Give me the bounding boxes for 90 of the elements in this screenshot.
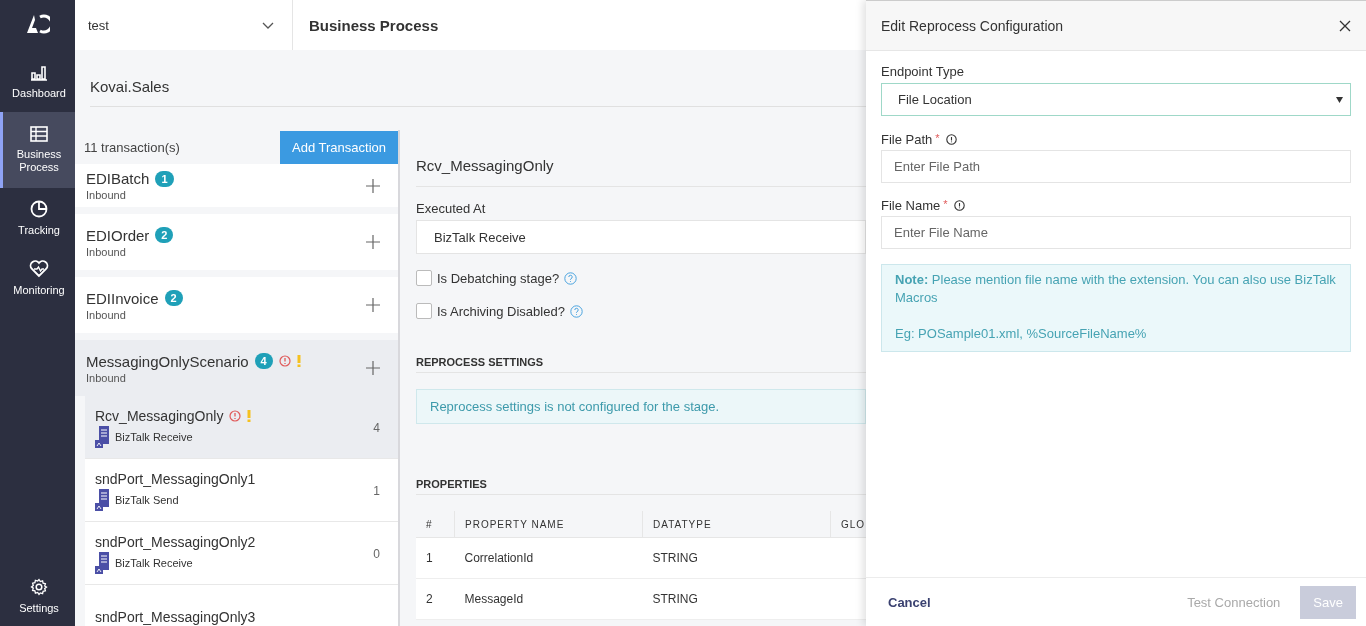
transaction-item[interactable]: MessagingOnlyScenario 4 Inbound (75, 340, 398, 396)
direction-label: Inbound (86, 245, 127, 258)
heart-icon (29, 259, 49, 278)
info-icon[interactable] (945, 134, 957, 145)
text-input-field[interactable]: Enter File Name (881, 216, 1351, 249)
transaction-name: EDIBatch (86, 170, 150, 187)
transaction-item[interactable]: EDIOrder 2 Inbound (75, 214, 398, 270)
count-badge: 4 (254, 353, 273, 369)
plus-icon[interactable] (366, 298, 380, 312)
column-header: PROPERTY NAME (454, 511, 643, 538)
column-header: DATATYPE (642, 511, 831, 538)
server-icon (95, 426, 110, 448)
table-cell: CorrelationId (454, 537, 643, 579)
table-cell: STRING (642, 578, 831, 620)
cancel-link[interactable]: Cancel (888, 594, 931, 610)
endpoint-type-dropdown[interactable]: File Location (881, 83, 1351, 116)
caret-icon (1336, 96, 1343, 103)
info-icon[interactable] (953, 200, 965, 211)
transaction-name: MessagingOnlyScenario (86, 352, 249, 370)
transaction-name: EDIInvoice (86, 289, 159, 307)
count-badge: 2 (164, 290, 183, 306)
count-badge: 2 (155, 227, 174, 243)
server-icon (95, 489, 110, 511)
stage-name: sndPort_MessagingOnly1 (95, 471, 256, 487)
table-icon (30, 126, 48, 142)
transaction-item[interactable]: EDIInvoice 2 Inbound (75, 277, 398, 333)
drawer-title: Edit Reprocess Configuration (881, 17, 1064, 34)
checkbox[interactable] (416, 303, 432, 319)
stage-item[interactable]: sndPort_MessagingOnly3 (85, 585, 398, 626)
count-badge: 1 (155, 170, 174, 187)
section-heading: PROPERTIES (416, 458, 866, 495)
application-name: Kovai.Sales (90, 50, 866, 107)
stage-item[interactable]: Rcv_MessagingOnly BizTalk Receive 4 (85, 396, 398, 459)
stage-name: Rcv_MessagingOnly (95, 408, 224, 424)
environment-dropdown[interactable]: test (75, 0, 293, 50)
stage-item[interactable]: sndPort_MessagingOnly1 BizTalk Send 1 (85, 459, 398, 522)
transaction-name: EDIOrder (86, 226, 150, 244)
text-input-field[interactable]: Enter File Path (881, 150, 1351, 183)
column-header: GLO (830, 511, 866, 538)
executed-at-field[interactable]: BizTalk Receive (416, 220, 866, 254)
stage-name: sndPort_MessagingOnly2 (95, 534, 256, 550)
page-title: Business Process (309, 16, 439, 34)
stage-item[interactable]: sndPort_MessagingOnly2 BizTalk Receive 0 (85, 522, 398, 585)
server-icon (95, 552, 110, 574)
nav-item[interactable]: Monitoring (0, 248, 75, 308)
nav-item[interactable]: Tracking (0, 188, 75, 248)
required-mark: * (943, 198, 948, 210)
table-cell: MessageId (454, 578, 643, 620)
stage-name: sndPort_MessagingOnly3 (95, 609, 256, 625)
direction-label: Inbound (86, 189, 127, 201)
nav-item[interactable]: Business Process (0, 112, 75, 188)
stage-type: BizTalk Receive (115, 557, 193, 569)
note-text: Note: Please mention file name with the extension. You can also use BizTalk Macros (895, 271, 1337, 307)
stage-type: BizTalk Receive (115, 431, 193, 443)
plus-icon[interactable] (366, 361, 380, 375)
example-text: Eg: POSample01.xml, %SourceFileName% (895, 325, 1148, 343)
pie-chart-icon (30, 199, 48, 218)
column-header: # (416, 511, 455, 538)
required-mark: * (935, 132, 940, 144)
info-message: Reprocess settings is not configured for the stage. (416, 389, 866, 424)
checkbox[interactable] (416, 270, 432, 286)
table-cell: 1 (416, 537, 455, 579)
field-label: File Path (881, 132, 933, 147)
stage-count: 4 (373, 421, 380, 435)
help-icon[interactable] (564, 271, 578, 285)
direction-label: Inbound (86, 308, 127, 321)
stage-count: 1 (373, 484, 380, 498)
settings-nav-item[interactable]: Settings (0, 566, 75, 626)
section-heading: REPROCESS SETTINGS (416, 336, 866, 373)
plus-icon[interactable] (366, 235, 380, 249)
settings-icon (30, 577, 48, 596)
table-cell: STRING (642, 537, 831, 579)
bar-chart-icon (30, 64, 48, 81)
plus-icon[interactable] (366, 178, 380, 193)
field-label: Endpoint Type (881, 64, 965, 79)
checkbox-label: Is Debatching stage? (437, 270, 560, 286)
field-label: Executed At (416, 201, 487, 216)
close-icon[interactable] (1339, 19, 1351, 32)
transaction-item[interactable]: EDIBatch 1 Inbound (75, 164, 398, 207)
stage-count: 0 (373, 547, 380, 561)
help-icon[interactable] (569, 304, 583, 318)
nav-item[interactable]: Dashboard (0, 52, 75, 112)
field-label: File Name (881, 198, 941, 213)
stage-type: BizTalk Send (115, 494, 179, 506)
direction-label: Inbound (86, 371, 127, 384)
transaction-count: 11 transaction(s) (84, 139, 180, 155)
logo-icon (25, 14, 50, 34)
chevron-down-icon (262, 21, 274, 29)
checkbox-label: Is Archiving Disabled? (437, 303, 565, 319)
table-cell: 2 (416, 578, 455, 620)
